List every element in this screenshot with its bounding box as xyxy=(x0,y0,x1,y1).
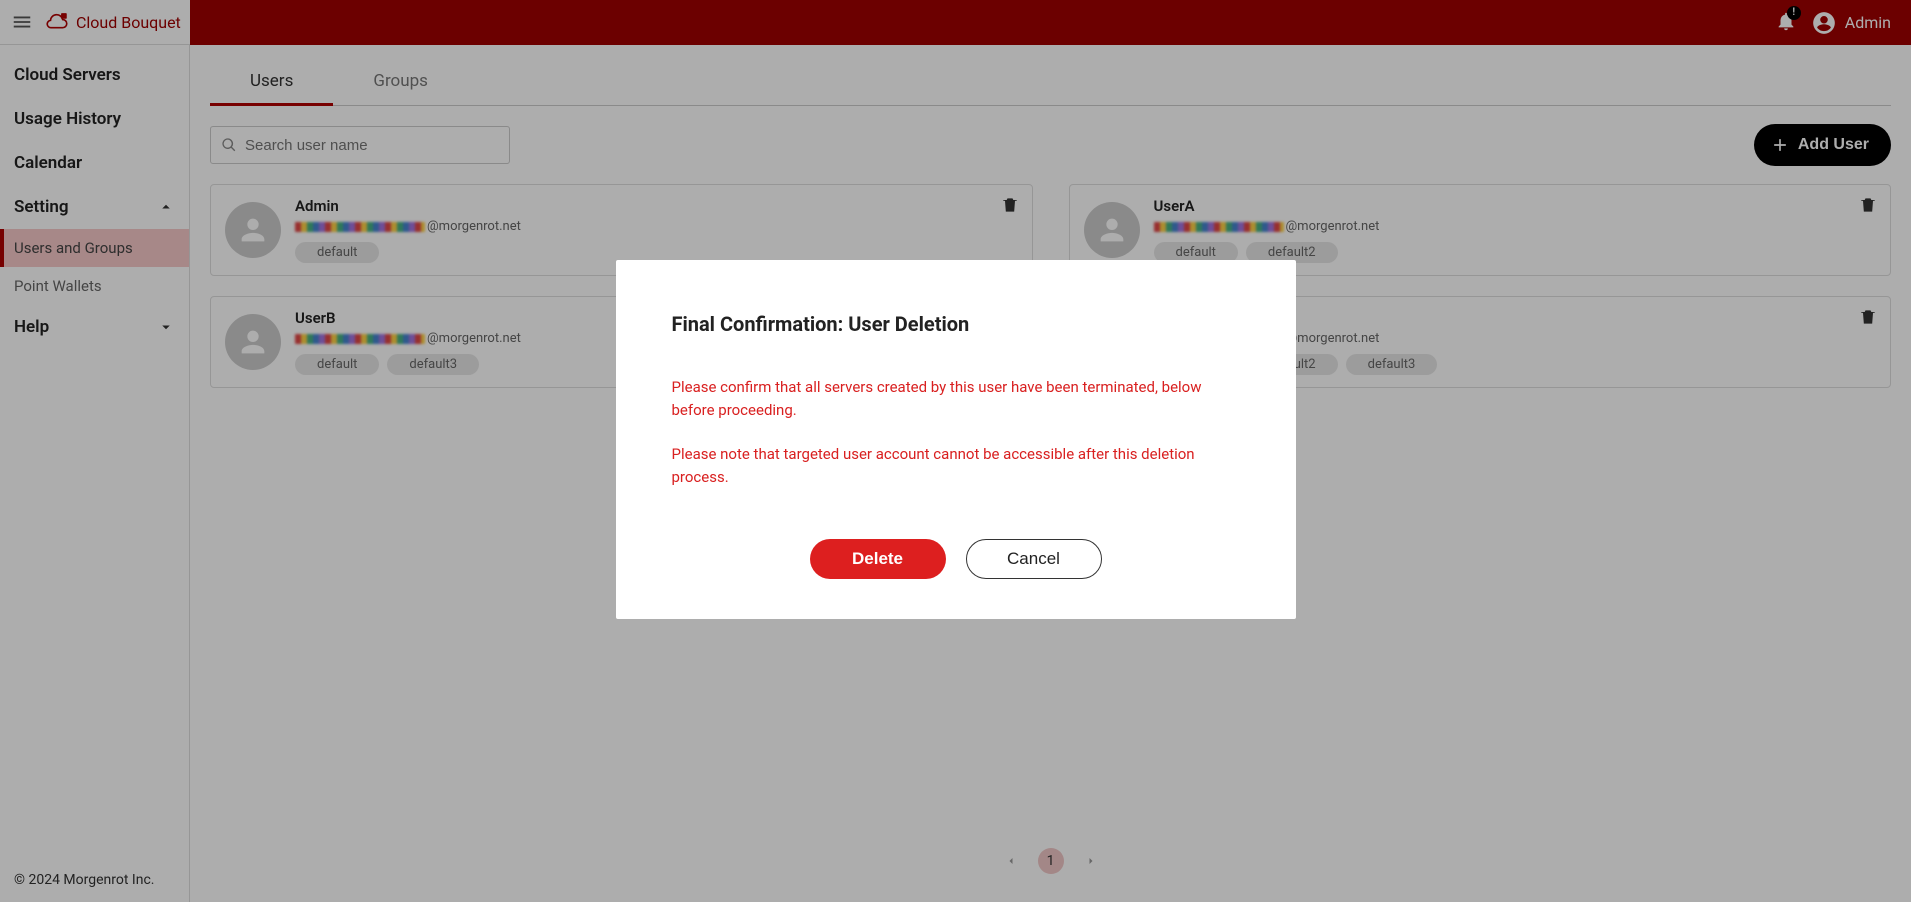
dialog-warning-2: Please note that targeted user account c… xyxy=(672,443,1240,490)
dialog-warning-1: Please confirm that all servers created … xyxy=(672,376,1240,423)
modal-overlay[interactable]: Final Confirmation: User Deletion Please… xyxy=(0,0,1911,902)
dialog-title: Final Confirmation: User Deletion xyxy=(672,312,1240,336)
delete-button[interactable]: Delete xyxy=(810,539,946,579)
delete-user-dialog: Final Confirmation: User Deletion Please… xyxy=(616,260,1296,619)
dialog-actions: Delete Cancel xyxy=(672,539,1240,579)
cancel-button[interactable]: Cancel xyxy=(966,539,1102,579)
